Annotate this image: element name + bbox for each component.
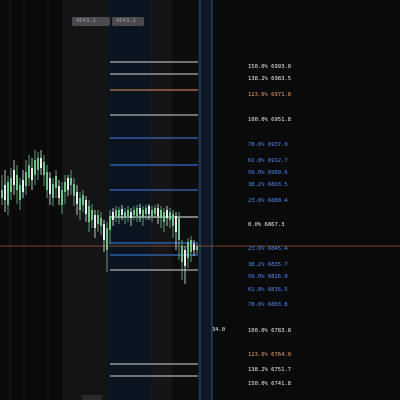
candle-body <box>91 210 93 220</box>
candle-body <box>31 168 33 180</box>
candle-body <box>136 208 138 216</box>
candle-body <box>10 178 12 192</box>
crosshair-readout: 34.0 <box>212 327 226 333</box>
candle-body <box>94 215 96 228</box>
candle-body <box>163 212 165 222</box>
candle-body <box>154 208 156 214</box>
candle-body <box>175 216 177 232</box>
candle-body <box>130 212 132 218</box>
candle-body <box>166 210 168 218</box>
candle-body <box>139 208 141 214</box>
candle-body <box>106 228 108 250</box>
toolbar-tag-left[interactable]: 9643.2 <box>72 17 110 26</box>
candle-body <box>112 212 114 220</box>
session-band <box>172 0 198 400</box>
fib-level-label: 100.0% 6951.8 <box>248 117 292 123</box>
candle-body <box>22 180 24 192</box>
candle-body <box>7 182 9 205</box>
candle-body <box>187 242 189 258</box>
toolbar-tag-right[interactable]: 9643.2 <box>112 17 144 26</box>
fib-level-label: 123.6% 6764.0 <box>248 352 292 358</box>
candle-body <box>34 160 36 175</box>
candle-body <box>121 209 123 215</box>
candle-body <box>100 218 102 226</box>
candle-body <box>46 172 48 190</box>
session-band-highlight <box>108 0 150 400</box>
candle-body <box>115 210 117 216</box>
candle-body <box>148 206 150 214</box>
candle-body <box>190 240 192 252</box>
candle-body <box>103 224 105 240</box>
timeline-marker <box>82 395 102 400</box>
candle-body <box>196 246 198 250</box>
candle-body <box>52 184 54 198</box>
candle-body <box>37 158 39 170</box>
candle-body <box>61 190 63 205</box>
candle-body <box>70 178 72 185</box>
fib-level-label: 61.8% 6815.5 <box>248 287 288 293</box>
candle-body <box>151 210 153 216</box>
fib-level-label: 23.6% 6845.4 <box>248 246 288 252</box>
fib-level-label: 61.8% 6912.7 <box>248 158 288 164</box>
fib-level-label: 50.0% 6826.0 <box>248 274 288 280</box>
fib-level-label: 50.0% 6909.6 <box>248 170 288 176</box>
fib-level-label: 100.0% 6783.8 <box>248 328 292 334</box>
candle-body <box>55 176 57 188</box>
toolbar-tag-right-label: 9643.2 <box>116 18 136 24</box>
fib-level-label: 78.6% 6803.8 <box>248 302 288 308</box>
toolbar-tag-left-label: 9643.2 <box>76 18 96 24</box>
candle-body <box>142 210 144 218</box>
fib-level-label: 38.2% 6893.5 <box>248 182 288 188</box>
candle-body <box>4 185 6 200</box>
candle-body <box>193 244 195 250</box>
candle-body <box>73 184 75 196</box>
candle-body <box>118 210 120 218</box>
candle-body <box>1 190 3 198</box>
candle-body <box>109 216 111 230</box>
fib-level-label: 38.2% 6835.7 <box>248 262 288 268</box>
candle-body <box>160 210 162 218</box>
candle-body <box>82 195 84 205</box>
fib-level-label: 138.2% 6983.5 <box>248 76 292 82</box>
fib-level-label: 123.6% 6971.8 <box>248 92 292 98</box>
candle-body <box>85 200 87 214</box>
price-chart-canvas[interactable] <box>0 0 400 400</box>
fib-level-label: 150.0% 6993.0 <box>248 64 292 70</box>
candle-body <box>13 170 15 185</box>
candle-body <box>58 186 60 198</box>
candle-body <box>172 214 174 226</box>
candle-body <box>145 208 147 214</box>
fib-level-label: 23.6% 6880.4 <box>248 198 288 204</box>
candle-body <box>79 198 81 210</box>
candle-body <box>97 215 99 224</box>
candle-body <box>28 165 30 178</box>
candle-body <box>181 246 183 262</box>
candle-body <box>127 210 129 216</box>
fib-level-label: 78.6% 6937.0 <box>248 142 288 148</box>
candle-body <box>19 185 21 200</box>
candle-body <box>49 178 51 194</box>
candle-body <box>76 192 78 204</box>
candle-body <box>184 250 186 266</box>
candle-body <box>64 182 66 192</box>
candle-body <box>25 172 27 186</box>
fib-level-label: 0.0% 6867.3 <box>248 222 285 228</box>
candle-body <box>43 162 45 175</box>
fib-level-label: 138.2% 6751.7 <box>248 367 292 373</box>
fib-level-label: 150.0% 6741.8 <box>248 381 292 387</box>
candle-body <box>67 178 69 190</box>
candle-body <box>124 212 126 218</box>
candle-body <box>40 158 42 168</box>
candle-body <box>133 210 135 215</box>
candle-body <box>88 206 90 222</box>
candle-body <box>169 212 171 220</box>
candle-body <box>157 208 159 216</box>
session-band <box>150 0 172 400</box>
candle-body <box>178 218 180 240</box>
candle-body <box>16 175 18 190</box>
